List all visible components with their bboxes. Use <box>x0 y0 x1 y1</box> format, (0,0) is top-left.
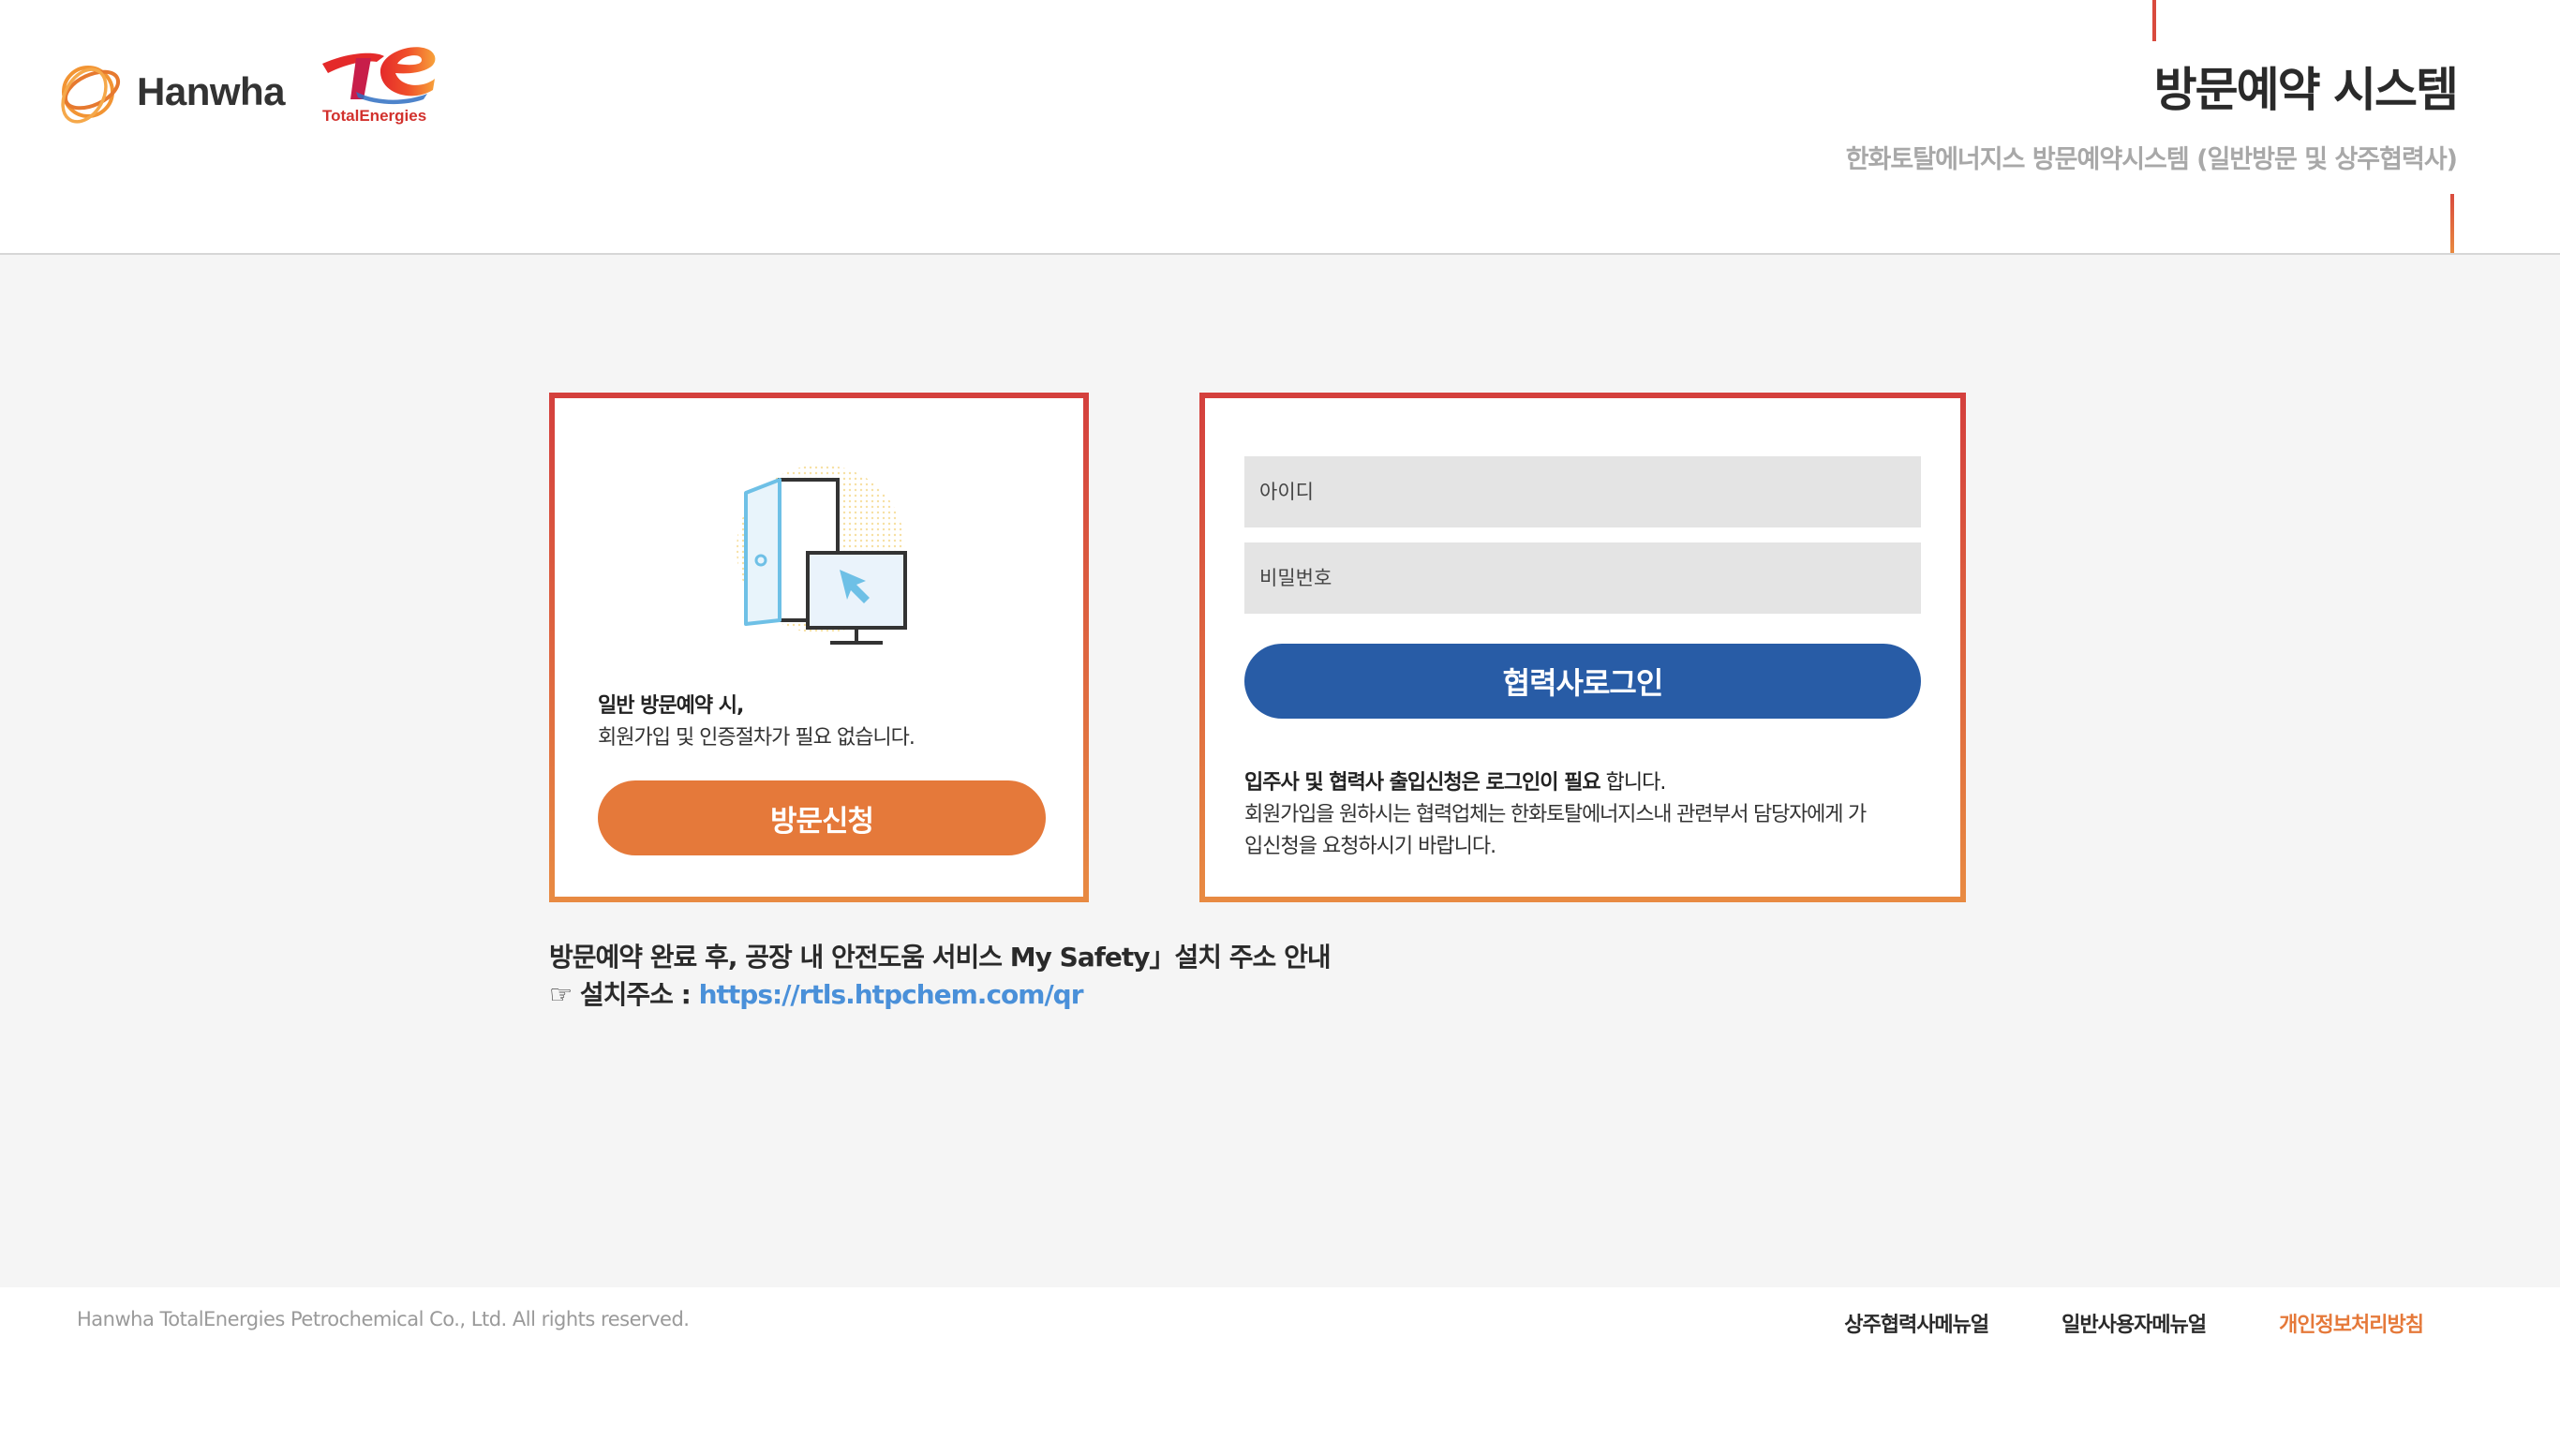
page-subtitle: 한화토탈에너지스 방문예약시스템 (일반방문 및 상주협력사) <box>1845 145 2458 174</box>
login-note-rest: 합니다. <box>1600 771 1667 795</box>
footer-link-privacy-policy[interactable]: 개인정보처리방침 <box>2279 1308 2424 1338</box>
visit-card: 일반 방문예약 시, 회원가입 및 인증절차가 필요 없습니다. 방문신청 <box>549 393 1089 902</box>
login-note-line1: 입주사 및 협력사 출입신청은 로그인이 필요 합니다. <box>1244 765 1667 795</box>
visit-info-desc: 회원가입 및 인증절차가 필요 없습니다. <box>598 726 915 750</box>
user-id-input[interactable] <box>1244 456 1921 527</box>
header: Hanwha TotalEnergies 방문예약 시스템 한화토탈에너지스 방… <box>0 0 2560 255</box>
header-accent-line-top <box>2152 0 2156 41</box>
login-note-line2: 회원가입을 원하시는 협력업체는 한화토탈에너지스내 관련부서 담당자에게 가 <box>1244 803 1867 826</box>
hanwha-logo[interactable]: Hanwha <box>54 54 286 129</box>
totalenergies-mark-icon <box>322 47 436 105</box>
footer: Hanwha TotalEnergies Petrochemical Co., … <box>0 1287 2560 1456</box>
header-accent-line-bottom <box>2450 194 2454 253</box>
safety-app-notice: 방문예약 완료 후, 공장 내 안전도움 서비스 My Safety」설치 주소… <box>549 942 1332 973</box>
footer-links: 상주협력사메뉴얼 일반사용자메뉴얼 개인정보처리방침 <box>1844 1308 2424 1338</box>
copyright-text: Hanwha TotalEnergies Petrochemical Co., … <box>77 1308 690 1330</box>
totalenergies-logo-text: TotalEnergies <box>322 107 427 125</box>
login-note-bold: 입주사 및 협력사 출입신청은 로그인이 필요 <box>1244 771 1601 795</box>
safety-app-install-address: ☞ 설치주소 : https://rtls.htpchem.com/qr <box>549 974 1084 1012</box>
hanwha-swirl-icon <box>61 66 121 124</box>
partner-login-card: 협력사로그인 입주사 및 협력사 출입신청은 로그인이 필요 합니다. 회원가입… <box>1199 393 1966 902</box>
hanwha-logo-text: Hanwha <box>137 69 286 113</box>
page-title: 방문예약 시스템 <box>2153 63 2459 117</box>
visit-info-title: 일반 방문예약 시, <box>598 694 744 718</box>
door-monitor-illustration <box>737 465 907 645</box>
login-note-line3: 입신청을 요청하시기 바랍니다. <box>1244 835 1496 858</box>
visit-apply-button[interactable]: 방문신청 <box>598 780 1046 855</box>
install-address-label: ☞ 설치주소 : <box>549 979 699 1010</box>
partner-login-button[interactable]: 협력사로그인 <box>1244 644 1921 719</box>
main-content: 일반 방문예약 시, 회원가입 및 인증절차가 필요 없습니다. 방문신청 협력… <box>0 255 2560 1287</box>
footer-link-partner-manual[interactable]: 상주협력사메뉴얼 <box>1844 1308 1989 1338</box>
totalenergies-logo[interactable]: TotalEnergies <box>319 36 440 129</box>
footer-link-user-manual[interactable]: 일반사용자메뉴얼 <box>2061 1308 2207 1338</box>
install-address-link[interactable]: https://rtls.htpchem.com/qr <box>699 979 1084 1010</box>
password-input[interactable] <box>1244 542 1921 614</box>
